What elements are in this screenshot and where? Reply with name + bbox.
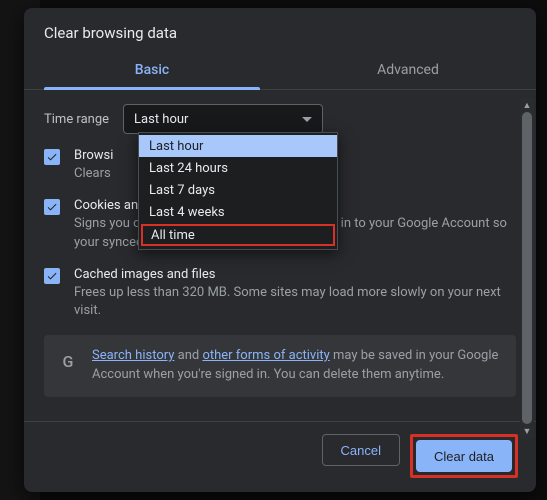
clear-data-button[interactable]: Clear data — [416, 440, 512, 472]
dialog-body: Time range Last hour Last hour Last 24 h… — [24, 90, 536, 421]
time-range-value: Last hour — [134, 112, 188, 127]
check-icon — [46, 151, 58, 163]
checkbox-cached[interactable] — [44, 268, 60, 284]
item-desc: Frees up less than 320 MB. Some sites ma… — [74, 284, 516, 322]
google-icon: G — [58, 351, 78, 371]
info-text: Search history and other forms of activi… — [92, 347, 502, 385]
tab-basic[interactable]: Basic — [24, 52, 280, 89]
chevron-down-icon — [302, 117, 312, 122]
option-last-4-weeks[interactable]: Last 4 weeks — [139, 201, 337, 223]
item-title: Browsi — [74, 148, 113, 163]
time-range-label: Time range — [44, 112, 109, 127]
item-title: Cached images and files — [74, 267, 516, 282]
tab-advanced[interactable]: Advanced — [280, 52, 536, 89]
info-box: G Search history and other forms of acti… — [44, 335, 516, 397]
check-icon — [46, 201, 58, 213]
link-other-activity[interactable]: other forms of activity — [202, 348, 329, 363]
option-last-7-days[interactable]: Last 7 days — [139, 179, 337, 201]
dialog-footer: Cancel Clear data — [24, 421, 536, 492]
option-last-24-hours[interactable]: Last 24 hours — [139, 157, 337, 179]
tabs: Basic Advanced — [24, 52, 536, 90]
clear-data-highlight: Clear data — [410, 434, 518, 478]
item-text: Cached images and files Frees up less th… — [74, 267, 516, 322]
scrollbar[interactable]: ▲ ▼ — [520, 98, 534, 438]
scrollbar-thumb[interactable] — [522, 112, 532, 424]
link-search-history[interactable]: Search history — [92, 348, 174, 363]
checkbox-cookies[interactable] — [44, 199, 60, 215]
dialog-title: Clear browsing data — [24, 8, 536, 52]
item-text: Browsi Clears — [74, 148, 113, 184]
option-all-time[interactable]: All time — [141, 224, 335, 246]
cancel-button[interactable]: Cancel — [322, 434, 400, 466]
check-icon — [46, 270, 58, 282]
scroll-down-icon[interactable]: ▼ — [520, 424, 534, 438]
option-last-hour[interactable]: Last hour — [139, 135, 337, 157]
time-range-select[interactable]: Last hour — [123, 104, 323, 134]
time-range-row: Time range Last hour — [44, 104, 516, 134]
clear-browsing-data-dialog: Clear browsing data Basic Advanced Time … — [24, 8, 536, 492]
scroll-up-icon[interactable]: ▲ — [520, 98, 534, 112]
item-desc: Clears — [74, 165, 113, 184]
item-cached: Cached images and files Frees up less th… — [44, 267, 516, 322]
time-range-dropdown: Last hour Last 24 hours Last 7 days Last… — [138, 132, 338, 250]
checkbox-browsing-history[interactable] — [44, 149, 60, 165]
